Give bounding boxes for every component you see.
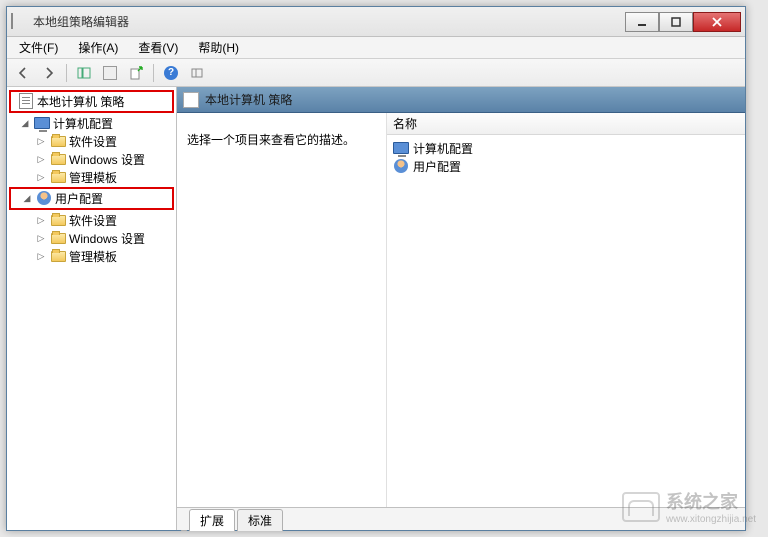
toolbar-separator: [66, 64, 67, 82]
column-header-label: 名称: [393, 115, 417, 132]
expand-icon[interactable]: ▷: [35, 214, 47, 226]
forward-button[interactable]: [37, 62, 61, 84]
app-window: 本地组策略编辑器 文件(F) 操作(A) 查看(V) 帮助(H) ? 本地计算机…: [6, 6, 746, 531]
user-icon: [36, 190, 52, 206]
window-controls: [625, 12, 741, 32]
folder-icon: [50, 169, 66, 185]
user-icon: [393, 158, 409, 174]
menu-file[interactable]: 文件(F): [9, 37, 68, 58]
app-icon: [11, 14, 27, 30]
computer-icon: [34, 115, 50, 131]
highlight-root: 本地计算机 策略: [9, 90, 174, 113]
content-area: 本地计算机 策略 ◢ 计算机配置 ▷ 软件设置 ▷ Windows 设置 ▷: [7, 87, 745, 530]
policy-icon: [183, 92, 199, 108]
tree-software-settings[interactable]: ▷ 软件设置: [7, 211, 176, 229]
toolbar: ?: [7, 59, 745, 87]
tree-user-config[interactable]: ◢ 用户配置: [11, 189, 172, 207]
tree-user-label: 用户配置: [55, 190, 103, 207]
detail-header-title: 本地计算机 策略: [205, 91, 292, 108]
folder-icon: [50, 151, 66, 167]
highlight-user: ◢ 用户配置: [9, 187, 174, 210]
description-text: 选择一个项目来查看它的描述。: [187, 133, 355, 147]
export-button[interactable]: [124, 62, 148, 84]
filter-button[interactable]: [185, 62, 209, 84]
expand-icon[interactable]: ▷: [35, 171, 47, 183]
tree-pane[interactable]: 本地计算机 策略 ◢ 计算机配置 ▷ 软件设置 ▷ Windows 设置 ▷: [7, 87, 177, 530]
menubar: 文件(F) 操作(A) 查看(V) 帮助(H): [7, 37, 745, 59]
maximize-button[interactable]: [659, 12, 693, 32]
show-tree-button[interactable]: [72, 62, 96, 84]
list-row-label: 计算机配置: [413, 140, 473, 157]
minimize-button[interactable]: [625, 12, 659, 32]
list-row-label: 用户配置: [413, 158, 461, 175]
list-row-computer[interactable]: 计算机配置: [389, 139, 743, 157]
list-column: 名称 计算机配置 用户配置: [387, 113, 745, 507]
menu-action[interactable]: 操作(A): [68, 37, 128, 58]
tabs-row: 扩展 标准: [177, 508, 745, 530]
list-row-user[interactable]: 用户配置: [389, 157, 743, 175]
tab-extended[interactable]: 扩展: [189, 509, 235, 531]
folder-icon: [50, 133, 66, 149]
toolbar-separator: [153, 64, 154, 82]
tree-root-label: 本地计算机 策略: [37, 93, 124, 110]
menu-view[interactable]: 查看(V): [128, 37, 188, 58]
tab-splitter[interactable]: [181, 530, 187, 531]
expand-icon[interactable]: ▷: [35, 153, 47, 165]
detail-body: 选择一个项目来查看它的描述。 名称 计算机配置 用户配置: [177, 113, 745, 508]
properties-button[interactable]: [98, 62, 122, 84]
tree-node-label: Windows 设置: [69, 151, 145, 168]
folder-icon: [50, 248, 66, 264]
tab-standard[interactable]: 标准: [237, 509, 283, 531]
close-button[interactable]: [693, 12, 741, 32]
tree-windows-settings[interactable]: ▷ Windows 设置: [7, 150, 176, 168]
tree-computer-config[interactable]: ◢ 计算机配置: [7, 114, 176, 132]
tree-software-settings[interactable]: ▷ 软件设置: [7, 132, 176, 150]
computer-icon: [393, 140, 409, 156]
help-button[interactable]: ?: [159, 62, 183, 84]
tree-node-label: Windows 设置: [69, 230, 145, 247]
expand-icon[interactable]: ▷: [35, 135, 47, 147]
detail-pane: 本地计算机 策略 选择一个项目来查看它的描述。 名称 计算机配置: [177, 87, 745, 530]
detail-header: 本地计算机 策略: [177, 87, 745, 113]
tree-windows-settings[interactable]: ▷ Windows 设置: [7, 229, 176, 247]
list-items: 计算机配置 用户配置: [387, 135, 745, 179]
tree-node-label: 管理模板: [69, 169, 117, 186]
folder-icon: [50, 212, 66, 228]
tree-admin-templates[interactable]: ▷ 管理模板: [7, 168, 176, 186]
collapse-icon[interactable]: ◢: [21, 192, 33, 204]
tree-node-label: 管理模板: [69, 248, 117, 265]
back-button[interactable]: [11, 62, 35, 84]
policy-icon: [18, 93, 34, 109]
expand-icon[interactable]: ▷: [35, 232, 47, 244]
tree-node-label: 软件设置: [69, 212, 117, 229]
expand-icon[interactable]: ▷: [35, 250, 47, 262]
collapse-icon[interactable]: ◢: [19, 117, 31, 129]
titlebar: 本地组策略编辑器: [7, 7, 745, 37]
tree-computer-label: 计算机配置: [53, 115, 113, 132]
description-column: 选择一个项目来查看它的描述。: [177, 113, 387, 507]
tree-node-label: 软件设置: [69, 133, 117, 150]
tree-root[interactable]: 本地计算机 策略: [11, 92, 172, 110]
tree-admin-templates[interactable]: ▷ 管理模板: [7, 247, 176, 265]
window-title: 本地组策略编辑器: [33, 13, 625, 30]
folder-icon: [50, 230, 66, 246]
menu-help[interactable]: 帮助(H): [188, 37, 249, 58]
column-header-name[interactable]: 名称: [387, 113, 745, 135]
